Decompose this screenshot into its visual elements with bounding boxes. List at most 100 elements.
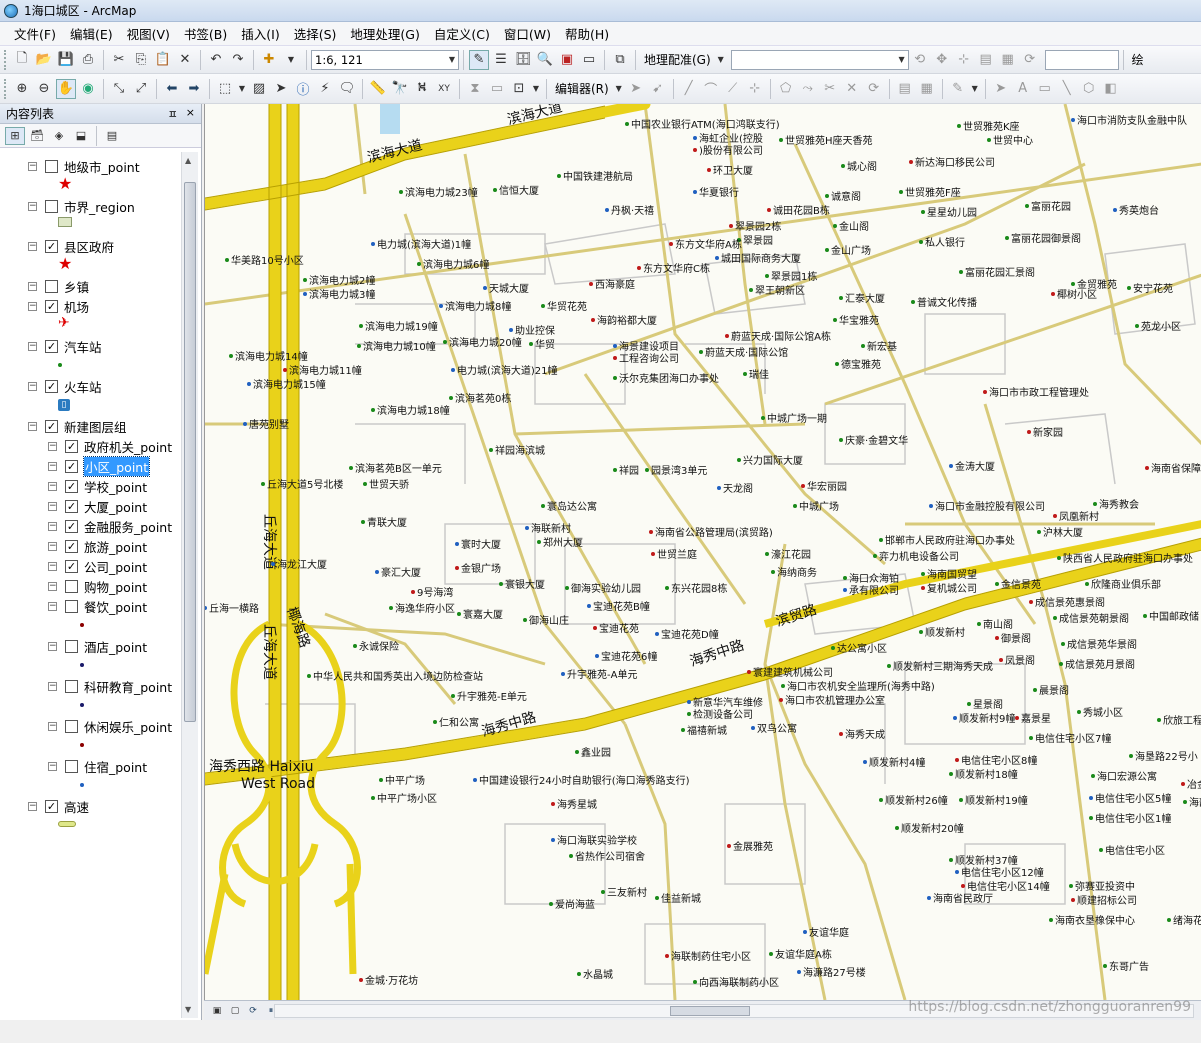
poi-label[interactable]: 海韵小 <box>1189 794 1201 809</box>
poi-label[interactable]: 永诚保险 <box>359 638 399 653</box>
poi-marker[interactable] <box>717 486 721 490</box>
toolbar-grip[interactable] <box>4 78 8 99</box>
catalog-icon[interactable]: 🗄 <box>513 50 533 70</box>
poi-marker[interactable] <box>1089 796 1093 800</box>
poi-label[interactable]: 星星幼儿园 <box>927 204 977 219</box>
poi-label[interactable]: 世贸中心 <box>993 132 1033 147</box>
layer-name[interactable]: 政府机关_point <box>84 437 172 456</box>
viewer-icon[interactable]: ▦ <box>998 50 1018 70</box>
poi-marker[interactable] <box>919 240 923 244</box>
poi-marker[interactable] <box>715 256 719 260</box>
poi-marker[interactable] <box>523 618 527 622</box>
undo-icon[interactable]: ↶ <box>206 50 226 70</box>
poi-marker[interactable] <box>307 674 311 678</box>
poi-marker[interactable] <box>551 802 555 806</box>
poi-label[interactable]: 海口市农机安全监理所(海秀中路) <box>787 678 935 693</box>
poi-label[interactable]: 电信住宅小区 <box>1105 842 1165 857</box>
poi-label[interactable]: 祥园 <box>619 462 639 477</box>
split-icon[interactable]: ✕ <box>842 79 862 99</box>
hyperlink-icon[interactable]: ⚡ <box>315 79 335 99</box>
poi-marker[interactable] <box>781 684 785 688</box>
editor-toolbar-icon[interactable]: ✎ <box>469 49 489 70</box>
poi-marker[interactable] <box>919 630 923 634</box>
poi-label[interactable]: 世贸兰庭 <box>657 546 697 561</box>
poi-marker[interactable] <box>843 588 847 592</box>
poi-label[interactable]: 工程咨询公司 <box>619 350 679 365</box>
poi-marker[interactable] <box>303 278 307 282</box>
layer-name[interactable]: 汽车站 <box>64 337 102 356</box>
poi-label[interactable]: 西海豪庭 <box>595 276 635 291</box>
toc-layer[interactable]: − ✓ 政府机关_point <box>48 436 172 456</box>
layer-name[interactable]: 小区_point <box>82 455 151 477</box>
poi-label[interactable]: 顺发新村19幢 <box>965 792 1028 807</box>
poi-label[interactable]: 宝迪花苑 <box>599 620 639 635</box>
poi-label[interactable]: 海口市金融控股有限公司 <box>935 498 1045 513</box>
poi-marker[interactable] <box>509 328 513 332</box>
poi-marker[interactable] <box>1015 716 1019 720</box>
poi-label[interactable]: 星景阁 <box>973 696 1003 711</box>
zoom-in-icon[interactable]: ⊕ <box>12 79 32 99</box>
poi-marker[interactable] <box>751 726 755 730</box>
poi-marker[interactable] <box>601 890 605 894</box>
poi-label[interactable]: 中国铁建港航局 <box>563 168 633 183</box>
poi-label[interactable]: 海口市消防支队金融中队 <box>1077 112 1187 127</box>
poi-marker[interactable] <box>949 858 953 862</box>
poi-marker[interactable] <box>727 844 731 848</box>
toc-layer[interactable]: − ✓ 学校_point <box>48 476 147 496</box>
poi-marker[interactable] <box>911 300 915 304</box>
collapse-icon[interactable]: − <box>48 561 57 571</box>
poi-label[interactable]: 友谊华庭 <box>809 924 849 939</box>
poi-label[interactable]: 海南衣垦橡保中心 <box>1055 912 1135 927</box>
poi-marker[interactable] <box>1059 662 1063 666</box>
poi-label[interactable]: 顺发新村 <box>925 624 965 639</box>
poi-label[interactable]: 城心阁 <box>847 158 877 173</box>
toc-layer[interactable]: − ✓ 新建图层组 <box>28 416 127 436</box>
poi-label[interactable]: 南山阁 <box>983 616 1013 631</box>
scale-combo[interactable]: 1:6, 121 ▼ <box>311 49 459 70</box>
poi-marker[interactable] <box>577 972 581 976</box>
poi-label[interactable]: 海纳商务 <box>777 564 817 579</box>
poi-label[interactable]: 东方文华府C栋 <box>643 260 710 275</box>
poi-label[interactable]: 滨海电力城18幢 <box>377 402 450 417</box>
poi-label[interactable]: 世贸雅苑F座 <box>905 184 961 199</box>
poi-marker[interactable] <box>987 138 991 142</box>
new-document-icon[interactable]: 🗋 <box>12 50 32 70</box>
poi-label[interactable]: 翠景园 <box>743 232 773 247</box>
collapse-icon[interactable]: − <box>48 481 57 491</box>
draw-menu[interactable]: 绘 <box>1128 51 1148 68</box>
poi-marker[interactable] <box>839 438 843 442</box>
poi-label[interactable]: 富丽花园汇景阁 <box>965 264 1035 279</box>
poi-marker[interactable] <box>841 164 845 168</box>
collapse-icon[interactable]: − <box>48 441 57 451</box>
toc-layer[interactable]: − ✓ 火车站 <box>28 376 102 396</box>
poi-label[interactable]: 省热作公司宿舍 <box>575 848 645 863</box>
time-slider-icon[interactable]: ⧗ <box>465 79 485 99</box>
poi-label[interactable]: 滨海茗苑0栋 <box>455 390 511 405</box>
poi-marker[interactable] <box>843 576 847 580</box>
poi-label[interactable]: 翠景园2栋 <box>735 218 781 233</box>
layer-name[interactable]: 科研教育_point <box>84 677 172 696</box>
poi-label[interactable]: 御海山庄 <box>529 612 569 627</box>
poi-marker[interactable] <box>433 720 437 724</box>
poi-marker[interactable] <box>551 838 555 842</box>
poi-label[interactable]: 承有限公司 <box>849 582 899 597</box>
poi-marker[interactable] <box>1181 782 1185 786</box>
poi-label[interactable]: 海韵裕都大厦 <box>597 312 657 327</box>
poi-label[interactable]: 弥赛亚投资中 <box>1075 878 1135 893</box>
poi-marker[interactable] <box>797 970 801 974</box>
layer-visibility-checkbox[interactable]: ✓ <box>65 539 78 553</box>
poi-label[interactable]: 秀英炮台 <box>1119 202 1159 217</box>
layer-name[interactable]: 新建图层组 <box>64 417 127 436</box>
table-of-contents-icon[interactable]: ☰ <box>491 50 511 70</box>
poi-marker[interactable] <box>1135 324 1139 328</box>
poi-marker[interactable] <box>361 520 365 524</box>
poi-label[interactable]: 寰时大厦 <box>461 536 501 551</box>
poi-label[interactable]: 园景湾3单元 <box>651 462 707 477</box>
options-icon[interactable]: ▤ <box>102 127 122 145</box>
poi-label[interactable]: 寰银大厦 <box>505 576 545 591</box>
poi-label[interactable]: 天龙阁 <box>723 480 753 495</box>
poi-label[interactable]: 仁和公寓 <box>439 714 479 729</box>
poi-marker[interactable] <box>637 266 641 270</box>
poi-marker[interactable] <box>1049 918 1053 922</box>
poi-marker[interactable] <box>967 702 971 706</box>
